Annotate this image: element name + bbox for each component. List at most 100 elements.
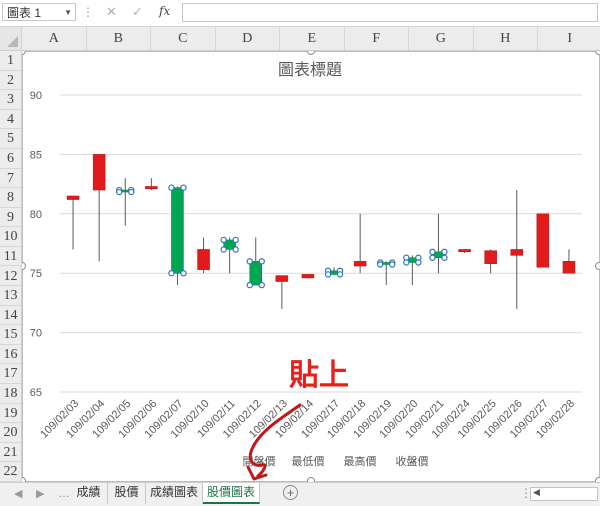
column-header-d[interactable]: D (216, 27, 280, 50)
selection-handle-6-0 (220, 236, 227, 244)
formula-input[interactable] (182, 3, 598, 22)
enter-icon[interactable]: ✓ (132, 4, 143, 20)
selection-handle-12-3 (389, 261, 396, 268)
chart-resize-handle-3[interactable] (22, 262, 26, 270)
name-box[interactable]: 圖表 1 ▼ (2, 3, 76, 21)
annotation-text: 貼上 (289, 358, 349, 393)
selection-handle-14-1 (441, 248, 448, 256)
selection-handle-4-1 (180, 184, 187, 191)
column-header-g[interactable]: G (409, 27, 474, 50)
legend-entry-3: 收盤價 (396, 454, 429, 468)
row-header-5[interactable]: 5 (0, 129, 21, 149)
selection-handle-7-3 (258, 281, 265, 289)
row-header-15[interactable]: 15 (0, 325, 21, 345)
tab-scroll-right-icon[interactable]: ▶ (36, 487, 44, 500)
column-header-e[interactable]: E (280, 27, 345, 50)
horizontal-scrollbar[interactable] (530, 487, 598, 501)
candle-body-0 (66, 195, 80, 200)
column-header-f[interactable]: F (345, 27, 409, 50)
row-headers: 1 2 3 4 5 6 7 8 9 10 11 12 13 14 15 16 17 18 19 20 21 22 (0, 51, 22, 482)
tab-more-icon[interactable]: … (58, 486, 70, 500)
row-header-19[interactable]: 19 (0, 404, 21, 424)
legend-entry-1: 最低價 (292, 454, 325, 468)
row-header-1[interactable]: 1 (0, 51, 21, 71)
selection-handle-2-2 (116, 188, 123, 196)
candle-body-1 (92, 154, 106, 191)
selection-handle-2-3 (128, 188, 135, 196)
selection-handle-4-0 (168, 184, 175, 191)
candle-body-19 (562, 261, 576, 274)
y-tick-label-80: 80 (30, 209, 42, 221)
sheet-tab-0[interactable]: 成績 (70, 483, 108, 504)
column-header-i[interactable]: I (538, 27, 600, 50)
add-sheet-button[interactable]: + (283, 485, 298, 500)
column-header-b[interactable]: B (87, 27, 151, 50)
row-header-3[interactable]: 3 (0, 90, 21, 110)
selection-handle-13-2 (403, 259, 410, 266)
row-header-9[interactable]: 9 (0, 208, 21, 228)
row-header-20[interactable]: 20 (0, 423, 21, 443)
row-header-7[interactable]: 7 (0, 169, 21, 189)
row-header-18[interactable]: 18 (0, 384, 21, 404)
selection-handle-14-0 (429, 248, 436, 256)
chart-resize-handle-1[interactable] (307, 51, 315, 55)
selection-handle-10-3 (336, 271, 344, 278)
sheet-tab-bar: ◀ ▶ … 成績 股價 成績圖表 股價圖表 + ⋮ ◀ (0, 482, 600, 506)
row-header-17[interactable]: 17 (0, 364, 21, 385)
row-header-10[interactable]: 10 (0, 227, 21, 247)
chart-title: 圖表標題 (278, 60, 342, 79)
row-header-11[interactable]: 11 (0, 247, 21, 267)
formula-bar-grip-icon: ⋮ (82, 5, 94, 19)
formula-bar: 圖表 1 ▼ ⋮ ✕ ✓ fx (0, 0, 600, 27)
row-header-6[interactable]: 6 (0, 149, 21, 169)
candle-body-4 (171, 187, 184, 274)
y-tick-label-75: 75 (30, 268, 42, 280)
y-tick-label-90: 90 (30, 90, 42, 102)
row-header-8[interactable]: 8 (0, 188, 21, 208)
row-header-13[interactable]: 13 (0, 286, 21, 306)
sheet-tab-2[interactable]: 成績圖表 (146, 483, 203, 504)
selection-handle-4-2 (168, 269, 175, 277)
name-box-value: 圖表 1 (7, 6, 42, 20)
row-header-2[interactable]: 2 (0, 71, 21, 91)
column-header-h[interactable]: H (474, 27, 538, 50)
sheet-tab-1[interactable]: 股價 (108, 483, 146, 504)
y-tick-label-70: 70 (30, 328, 42, 340)
scroll-left-arrow-icon[interactable]: ◀ (533, 487, 540, 498)
chart-resize-handle-2[interactable] (595, 51, 600, 55)
selection-handle-6-3 (232, 246, 239, 253)
candle-body-17 (510, 249, 523, 256)
selection-handle-7-2 (246, 281, 253, 289)
chart-resize-handle-0[interactable] (22, 51, 26, 55)
y-tick-label-65: 65 (30, 387, 42, 399)
row-header-16[interactable]: 16 (0, 345, 21, 365)
chart-resize-handle-4[interactable] (595, 262, 600, 270)
sheet-tab-3[interactable]: 股價圖表 (203, 483, 260, 504)
candle-body-8 (275, 275, 289, 282)
selection-handle-7-0 (246, 258, 253, 265)
candle-body-3 (145, 186, 158, 190)
row-header-12[interactable]: 12 (0, 267, 21, 287)
selection-handle-13-3 (415, 259, 422, 266)
selection-handle-14-3 (441, 254, 448, 261)
selection-handle-6-2 (220, 246, 227, 253)
row-header-4[interactable]: 4 (0, 110, 21, 130)
selection-handle-7-1 (258, 258, 265, 265)
tab-scroll-left-icon[interactable]: ◀ (14, 487, 22, 500)
row-header-21[interactable]: 21 (0, 443, 21, 463)
candle-body-11 (353, 261, 367, 267)
insert-function-button[interactable]: fx (159, 4, 170, 18)
stock-chart[interactable]: 圖表標題657075808590109/02/03109/02/04109/02… (22, 51, 600, 482)
candle-body-15 (458, 249, 471, 253)
row-header-14[interactable]: 14 (0, 306, 21, 326)
cancel-icon[interactable]: ✕ (106, 4, 117, 20)
selection-handle-4-3 (180, 269, 187, 277)
selection-handle-6-1 (232, 236, 239, 244)
selection-handle-14-2 (429, 254, 436, 261)
column-headers: ABCDEFGHI (22, 27, 600, 51)
chevron-down-icon[interactable]: ▼ (64, 4, 72, 22)
row-header-22[interactable]: 22 (0, 462, 21, 482)
column-header-a[interactable]: A (22, 27, 87, 50)
select-all-triangle-icon (7, 36, 18, 47)
column-header-c[interactable]: C (151, 27, 216, 50)
